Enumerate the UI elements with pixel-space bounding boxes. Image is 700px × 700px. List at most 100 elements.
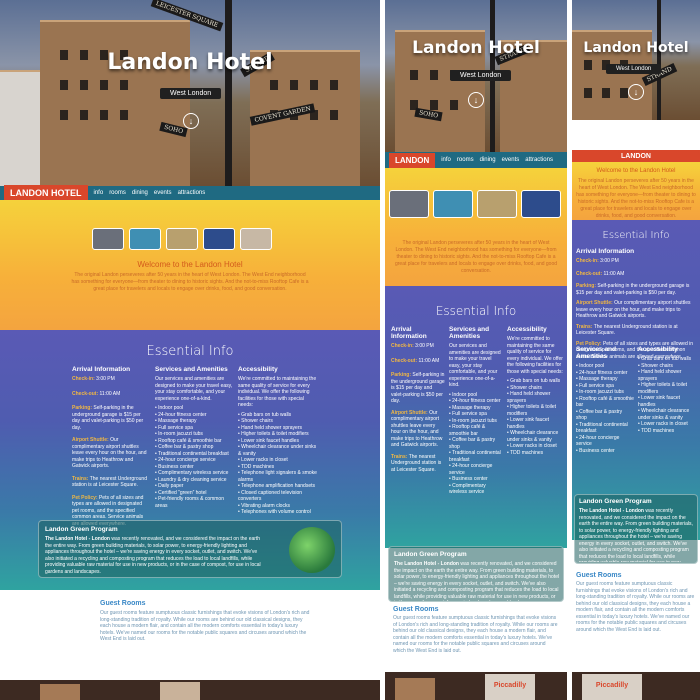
nav-events[interactable]: events xyxy=(502,157,520,163)
scroll-down-icon[interactable]: ↓ xyxy=(468,92,484,108)
thumbnail-photo[interactable] xyxy=(92,228,124,250)
list-item: Closed captioned television converters xyxy=(238,490,318,503)
list-item: Telephone amplification handsets xyxy=(238,483,318,490)
arrival-heading: Arrival Information xyxy=(391,326,427,340)
welcome-text: The original Landon perseveres after 50 … xyxy=(394,240,558,274)
list-item: Lower sink faucet handles xyxy=(507,417,563,430)
services-column: Services and Amenities Indoor pool 24-ho… xyxy=(576,346,634,454)
nav-events[interactable]: events xyxy=(154,190,172,196)
trains-label: Trains: xyxy=(72,475,89,482)
checkout-value: 11:00 AM xyxy=(603,270,625,277)
room-name-label: Piccadilly xyxy=(595,682,629,689)
green-program-lead: The Landon Hotel - London xyxy=(45,536,110,542)
guest-rooms-title: Guest Rooms xyxy=(393,606,439,613)
arrival-column: Arrival Information Check-in: 3:00 PM Ch… xyxy=(72,366,150,527)
thumbnail-photo[interactable] xyxy=(203,228,235,250)
trains-text: The nearest Underground station is at Le… xyxy=(576,323,678,337)
room-photo xyxy=(0,680,380,700)
nav-attractions[interactable]: attractions xyxy=(178,190,206,196)
list-item: Lower racks in closet xyxy=(638,421,696,428)
nav-dining[interactable]: dining xyxy=(132,190,148,196)
welcome-section: Welcome to the Landon Hotel The original… xyxy=(0,200,380,330)
checkin-value: 3:00 PM xyxy=(600,258,619,264)
arrival-column: Arrival Information Check-in: 3:00 PM Ch… xyxy=(391,326,445,473)
thumbnail-strip xyxy=(92,228,272,250)
guest-rooms-text: Our guest rooms feature sumptuous classi… xyxy=(100,610,310,642)
accessibility-intro: We're committed to maintaining the same … xyxy=(507,336,563,375)
checkin-label: Check-in: xyxy=(391,343,414,349)
brand-logo[interactable]: LANDON xyxy=(389,152,436,168)
services-intro: Our services and amenities are designed … xyxy=(155,376,233,402)
main-nav: LANDON info rooms dining events attracti… xyxy=(385,152,567,168)
nav-info[interactable]: info xyxy=(441,157,451,163)
shuttle-label: Airport Shuttle: xyxy=(72,437,109,443)
services-heading: Services and Amenities xyxy=(449,326,490,340)
list-item: Traditional continental breakfast xyxy=(449,450,503,463)
accessibility-column: Accessibility We're committed to maintai… xyxy=(238,366,318,516)
list-item: Higher toilets & toilet modifiers xyxy=(638,382,696,395)
nav-info[interactable]: info xyxy=(94,190,104,196)
list-item: Grab bars on tub walls xyxy=(638,356,696,363)
parking-label: Parking: xyxy=(576,283,597,289)
nav-dining[interactable]: dining xyxy=(480,157,496,163)
list-item: Higher toilets & toilet modifiers xyxy=(238,431,318,438)
scroll-down-icon[interactable]: ↓ xyxy=(628,84,644,100)
green-program-text: was recently renovated, and we considere… xyxy=(394,561,560,601)
green-program-lead: The Landon Hotel - London xyxy=(394,561,459,567)
list-item: Grab bars on tub walls xyxy=(507,378,563,385)
thumbnail-photo[interactable] xyxy=(240,228,272,250)
green-program-card: Landon Green Program The Landon Hotel - … xyxy=(574,494,698,564)
thumbnail-photo[interactable] xyxy=(389,190,429,218)
hero-title: Landon Hotel xyxy=(412,38,540,58)
guest-rooms-section: Guest Rooms Our guest rooms feature sump… xyxy=(385,602,567,672)
checkout-value: 11:00 AM xyxy=(418,357,440,364)
services-list: Indoor pool 24-hour fitness center Massa… xyxy=(155,405,233,509)
brand-logo[interactable]: LANDON xyxy=(621,153,651,160)
services-heading: Services and Amenities xyxy=(576,346,617,360)
list-item: Lower racks in closet xyxy=(507,443,563,450)
services-column: Services and Amenities Our services and … xyxy=(449,326,503,496)
thumbnail-photo[interactable] xyxy=(521,190,561,218)
guest-rooms-title: Guest Rooms xyxy=(100,600,146,607)
thumbnail-photo[interactable] xyxy=(477,190,517,218)
hero-image: Strand Landon Hotel West London ↓ xyxy=(572,0,700,120)
scroll-down-icon[interactable]: ↓ xyxy=(183,113,199,129)
list-item: 24-hour concierge service xyxy=(449,463,503,476)
green-program-title: Landon Green Program xyxy=(579,498,652,505)
accessibility-heading: Accessibility xyxy=(238,366,278,373)
nav-rooms[interactable]: rooms xyxy=(109,190,126,196)
accessibility-list: Grab bars on tub walls Shower chairs Han… xyxy=(238,412,318,516)
checkin-label: Check-in: xyxy=(72,376,95,382)
thumbnail-photo[interactable] xyxy=(433,190,473,218)
essential-info-title: Essential Info xyxy=(602,230,670,241)
nav-attractions[interactable]: attractions xyxy=(525,157,553,163)
green-program-text: was recently renovated, and we considere… xyxy=(579,508,693,562)
welcome-title: Welcome to the Landon Hotel xyxy=(137,260,243,269)
list-item: Wheelchair clearance under sinks & vanit… xyxy=(238,444,318,457)
thumbnail-photo[interactable] xyxy=(129,228,161,250)
list-item: Complimentary wireless service xyxy=(155,470,233,477)
arrival-heading: Arrival Information xyxy=(576,248,635,255)
desktop-view: Leicester Square Strand Covent Garden So… xyxy=(0,0,380,700)
services-column: Services and Amenities Our services and … xyxy=(155,366,233,509)
list-item: Traditional continental breakfast xyxy=(576,422,634,435)
green-program-title: Landon Green Program xyxy=(394,551,467,558)
welcome-section: The original Landon perseveres after 50 … xyxy=(385,168,567,286)
green-program-text: was recently renovated, and we considere… xyxy=(45,536,261,575)
list-item: 24-hour concierge service xyxy=(576,435,634,448)
checkin-value: 3:00 PM xyxy=(415,343,434,349)
thumbnail-photo[interactable] xyxy=(166,228,198,250)
essential-info-section: Essential Info Arrival Information Check… xyxy=(572,220,700,540)
nav-rooms[interactable]: rooms xyxy=(457,157,474,163)
brand-logo[interactable]: LANDON HOTEL xyxy=(4,185,88,201)
list-item: Wheelchair clearance under sinks & vanit… xyxy=(638,408,696,421)
hero-image: Strand Soho Landon Hotel West London ↓ xyxy=(385,0,567,152)
main-nav: LANDON xyxy=(572,150,700,162)
pet-label: Pet Policy: xyxy=(72,494,98,501)
parking-label: Parking: xyxy=(391,372,412,378)
essential-info-title: Essential Info xyxy=(435,304,517,318)
hero-subtitle: West London xyxy=(606,64,662,74)
arrival-column: Arrival Information Check-in: 3:00 PM Ch… xyxy=(576,248,696,360)
checkout-label: Check-out: xyxy=(72,390,99,397)
shuttle-text: Our complimentary airport shuttles leave… xyxy=(391,409,443,449)
